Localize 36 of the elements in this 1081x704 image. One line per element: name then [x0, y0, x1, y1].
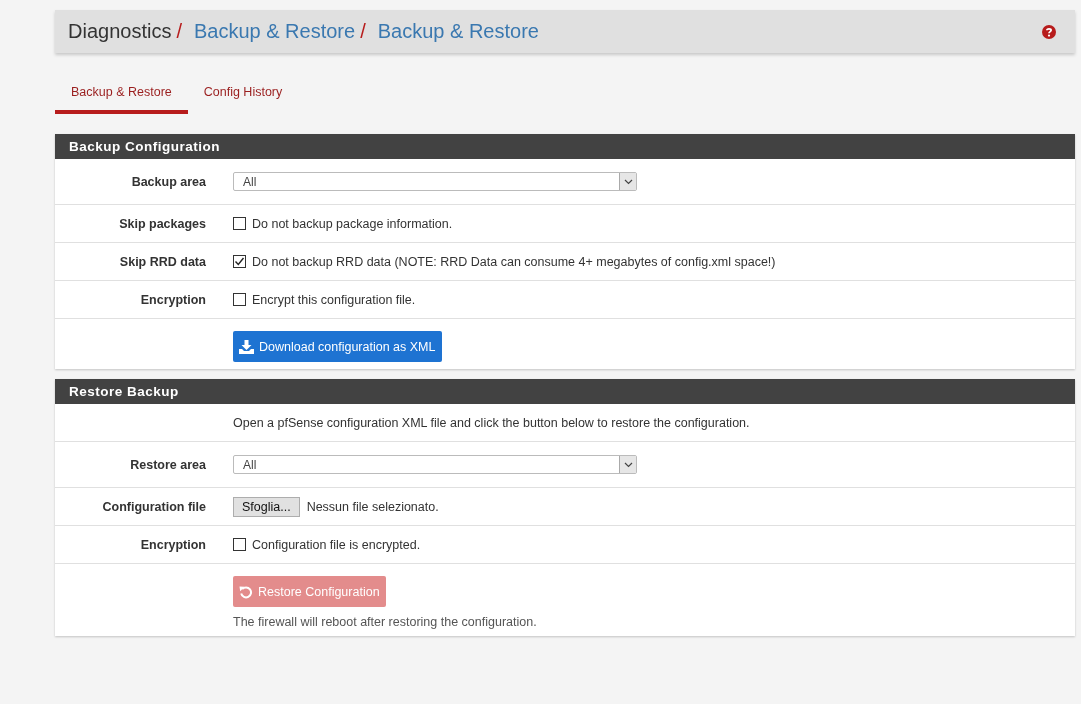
help-icon[interactable] — [1042, 24, 1056, 39]
checkbox[interactable] — [233, 217, 246, 230]
file-status: Nessun file selezionato. — [306, 499, 439, 514]
checkbox[interactable] — [233, 293, 246, 306]
help-text: The firewall will reboot after restoring the configuration. — [233, 615, 537, 629]
field-label: Skip packages — [119, 216, 206, 231]
field-label: Restore area — [130, 457, 206, 472]
breadcrumb-link[interactable]: Backup & Restore — [377, 20, 539, 43]
tab[interactable]: Backup & Restore — [55, 76, 188, 114]
checkbox[interactable] — [233, 538, 246, 551]
field-label: Skip RRD data — [119, 254, 206, 269]
undo-icon — [239, 584, 253, 599]
breadcrumb-link[interactable]: Backup & Restore — [193, 20, 356, 43]
checkbox-label: Encrypt this configuration file. — [252, 292, 416, 307]
breadcrumb-text: Diagnostics — [68, 20, 172, 43]
caret-icon — [623, 461, 633, 468]
checkbox-label: Configuration file is encrypted. — [252, 537, 421, 552]
tab[interactable]: Config History — [187, 76, 299, 114]
checkbox[interactable] — [233, 255, 246, 268]
panel-title: Restore Backup — [55, 379, 1075, 404]
caret-icon — [623, 178, 633, 185]
field-label: Configuration file — [102, 499, 206, 514]
checkbox-label: Do not backup package information. — [252, 216, 453, 231]
breadcrumb-separator: / — [360, 20, 366, 43]
dropdown[interactable]: All — [233, 455, 637, 474]
dropdown[interactable]: All — [233, 172, 637, 191]
breadcrumb-separator: / — [176, 20, 182, 43]
field-label: Backup area — [131, 174, 206, 189]
download-button[interactable]: Download configuration as XML — [233, 331, 442, 362]
field-label: Encryption — [140, 537, 206, 552]
panel-title: Backup Configuration — [55, 134, 1075, 159]
field-label: Encryption — [140, 292, 206, 307]
download-icon — [239, 339, 254, 354]
browse-button[interactable]: Sfoglia... — [233, 496, 300, 517]
checkbox-label: Do not backup RRD data (NOTE: RRD Data can consume 4+ megabytes of config.xml space!) — [252, 254, 776, 269]
instruction-text: Open a pfSense configuration XML file and click the button below to restore the configuration. — [233, 415, 750, 430]
